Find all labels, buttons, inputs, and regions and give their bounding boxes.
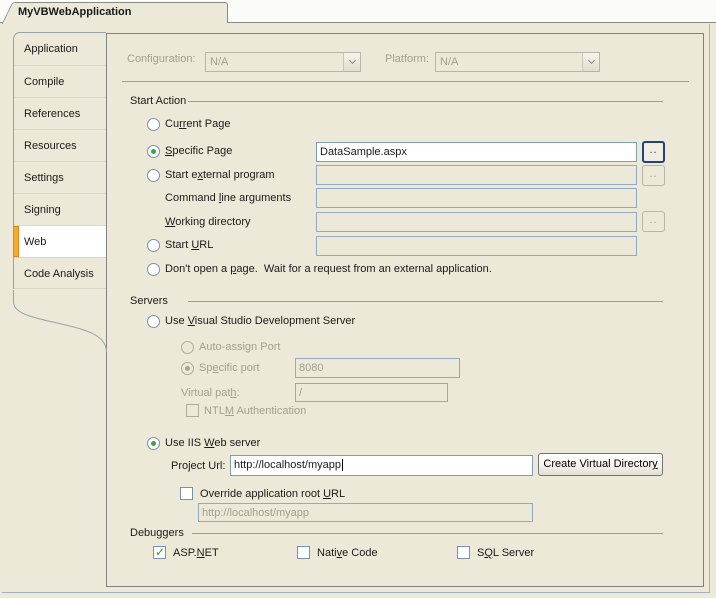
browse-specific-page-button[interactable]: .. <box>642 141 665 163</box>
sidebar-item-web[interactable]: Web <box>14 225 106 257</box>
radio-start-url[interactable] <box>147 239 160 252</box>
aspnet-debugger-label[interactable]: ASP.NET <box>173 547 219 559</box>
radio-specific-port <box>181 362 194 375</box>
native-code-debugger-label[interactable]: Native Code <box>317 547 378 559</box>
ntlm-authentication-label: NTLM Authentication <box>204 405 306 417</box>
override-root-url-checkbox[interactable] <box>180 487 193 500</box>
sidebar-item-code-analysis[interactable]: Code Analysis <box>14 257 106 289</box>
debuggers-group-title: Debuggers <box>130 527 184 539</box>
document-right-edge <box>709 24 710 592</box>
document-bottom-edge <box>2 592 710 593</box>
radio-auto-assign-port <box>181 341 194 354</box>
specific-port-input: 8080 <box>295 358 460 378</box>
command-line-arguments-input <box>316 188 637 208</box>
document-tab-myvbwebapplication[interactable]: MyVBWebApplication <box>16 2 228 23</box>
radio-use-iis-web-server[interactable] <box>147 437 160 450</box>
project-properties-page: MyVBWebApplication Application Compile R… <box>0 0 716 598</box>
radio-use-dev-server[interactable] <box>147 315 160 328</box>
start-url-input <box>316 236 637 256</box>
servers-group-title: Servers <box>130 295 168 307</box>
browse-external-program-button: .. <box>642 165 665 186</box>
platform-label: Platform: <box>385 53 429 65</box>
override-root-url-input: http://localhost/myapp <box>198 503 533 522</box>
virtual-path-input: / <box>295 383 448 402</box>
project-url-input[interactable]: http://localhost/myapp <box>230 455 533 476</box>
configuration-label: Configuration: <box>127 53 196 65</box>
sidebar-swoosh-curve <box>13 290 107 352</box>
radio-specific-page[interactable] <box>147 145 160 158</box>
ntlm-authentication-checkbox <box>186 404 199 417</box>
override-root-url-label[interactable]: Override application root URL <box>200 488 345 500</box>
radio-use-dev-server-label[interactable]: Use Visual Studio Development Server <box>165 315 355 327</box>
header-separator <box>122 81 689 82</box>
radio-dont-open-page[interactable] <box>147 263 160 276</box>
sidebar-item-resources[interactable]: Resources <box>14 129 106 161</box>
create-virtual-directory-button[interactable]: Create Virtual Directory <box>538 453 663 476</box>
sidebar-item-application[interactable]: Application <box>14 33 106 65</box>
radio-specific-port-label: Specific port <box>199 362 260 374</box>
text-caret <box>342 459 343 471</box>
specific-page-input[interactable]: DataSample.aspx <box>316 142 637 162</box>
browse-working-directory-button: .. <box>642 211 665 232</box>
project-url-label: Project Url: <box>171 460 225 472</box>
property-pages-sidebar: Application Compile References Resources… <box>13 32 106 289</box>
debuggers-group-line <box>192 533 663 534</box>
document-tab-strip: MyVBWebApplication <box>0 0 716 23</box>
sidebar-item-signing[interactable]: Signing <box>14 193 106 225</box>
chevron-down-icon <box>582 53 599 71</box>
working-directory-label: Working directory <box>165 216 250 228</box>
sidebar-item-references[interactable]: References <box>14 97 106 129</box>
radio-dont-open-page-label[interactable]: Don't open a page. Wait for a request fr… <box>165 263 492 275</box>
working-directory-input <box>316 212 637 232</box>
radio-use-iis-web-server-label[interactable]: Use IIS Web server <box>165 437 260 449</box>
servers-group-line <box>188 301 663 302</box>
native-code-debugger-checkbox[interactable] <box>297 546 310 559</box>
aspnet-debugger-checkbox[interactable] <box>153 546 166 559</box>
sidebar-item-settings[interactable]: Settings <box>14 161 106 193</box>
chevron-down-icon <box>343 53 360 71</box>
radio-start-external-program[interactable] <box>147 169 160 182</box>
radio-current-page-label[interactable]: Current Page <box>165 118 231 130</box>
radio-specific-page-label[interactable]: Specific Page <box>165 145 232 157</box>
radio-start-url-label[interactable]: Start URL <box>165 239 213 251</box>
radio-start-external-program-label[interactable]: Start external program <box>165 169 275 181</box>
platform-dropdown[interactable]: N/A <box>435 52 600 72</box>
start-action-group-title: Start Action <box>130 95 186 107</box>
sidebar-item-compile[interactable]: Compile <box>14 65 106 97</box>
radio-current-page[interactable] <box>147 118 160 131</box>
configuration-dropdown[interactable]: N/A <box>205 52 361 72</box>
start-action-group-line <box>188 101 663 102</box>
sql-server-debugger-label[interactable]: SQL Server <box>477 547 534 559</box>
sql-server-debugger-checkbox[interactable] <box>457 546 470 559</box>
radio-auto-assign-port-label: Auto-assign Port <box>199 341 280 353</box>
command-line-arguments-label: Command line arguments <box>165 192 291 204</box>
document-tab-label: MyVBWebApplication <box>18 6 131 18</box>
virtual-path-label: Virtual path: <box>181 387 240 399</box>
start-external-program-input <box>316 165 637 185</box>
